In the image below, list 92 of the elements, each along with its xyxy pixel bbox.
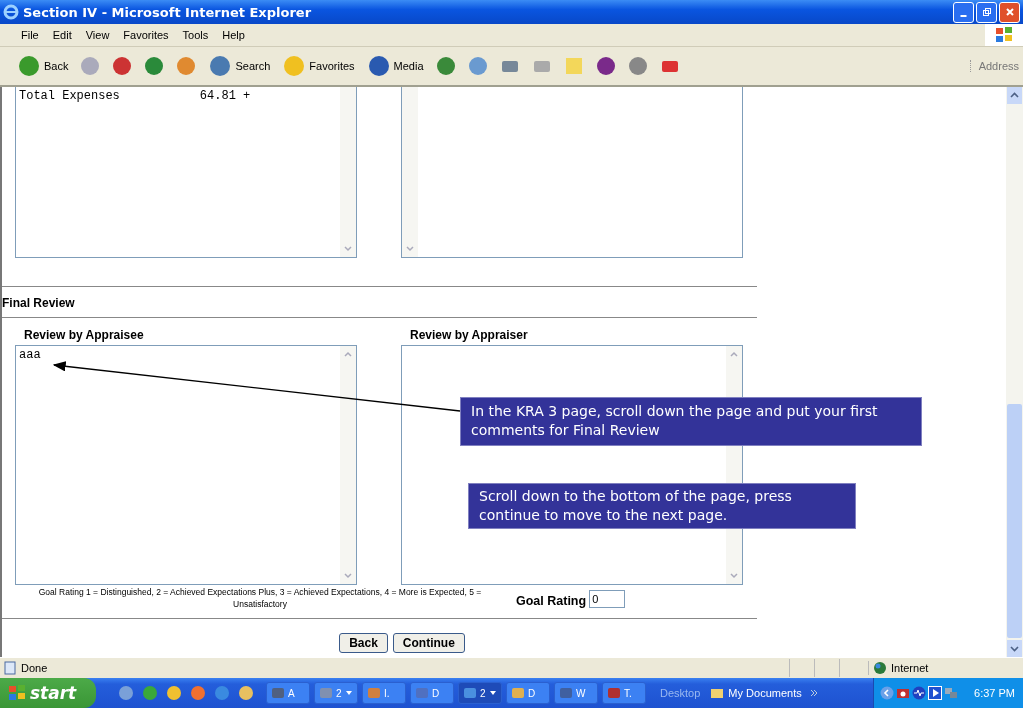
review-label: Review by Appraiser (409, 327, 529, 344)
expense-amount: 64.81 + (199, 89, 251, 105)
app-icon (367, 686, 381, 700)
scrollbar[interactable] (340, 87, 356, 257)
quick-launch-icon[interactable] (238, 685, 254, 701)
address-label: Address (969, 60, 1023, 72)
chevron-icon[interactable] (809, 689, 818, 697)
app-icon (607, 686, 621, 700)
goal-rating-field[interactable]: 0 (589, 590, 626, 608)
scroll-down-icon[interactable] (1007, 640, 1022, 657)
app-icon (319, 686, 333, 700)
zone-text: Internet (891, 662, 929, 674)
scroll-up-icon[interactable] (729, 349, 739, 359)
circle-icon (366, 54, 391, 78)
play-icon[interactable] (928, 686, 943, 700)
globe-icon (873, 661, 887, 675)
taskbar-button[interactable]: D (506, 682, 550, 704)
callout-note: In the KRA 3 page, scroll down the page and put your first comments for Final Review (460, 397, 922, 446)
scroll-up-icon[interactable] (343, 349, 353, 359)
toolbar-button[interactable]: Favorites (279, 54, 358, 78)
windows-logo-icon (8, 684, 26, 702)
scroll-down-icon[interactable] (405, 244, 415, 254)
page-scrollbar[interactable] (1006, 87, 1023, 657)
my-documents-link[interactable]: My Documents (710, 686, 802, 700)
scroll-thumb[interactable] (1007, 404, 1022, 638)
restore-icon (981, 7, 992, 17)
restore-button[interactable] (976, 1, 997, 23)
scroll-down-icon[interactable] (729, 571, 739, 581)
toolbar-button[interactable]: Back (14, 54, 72, 78)
page-icon (3, 661, 17, 675)
window-title: Section IV - Microsoft Internet Explorer (23, 4, 312, 20)
collapse-icon[interactable] (880, 686, 895, 700)
menu-item[interactable]: Help (215, 29, 252, 41)
form-button[interactable]: Back (339, 633, 388, 653)
menu-item[interactable]: Edit (45, 29, 79, 41)
minimize-icon (960, 14, 967, 17)
app-icon (559, 686, 573, 700)
scroll-down-icon[interactable] (343, 244, 353, 254)
menu-item[interactable]: File (14, 29, 46, 41)
app-icon (463, 686, 477, 700)
circle-icon (208, 54, 233, 78)
close-button[interactable] (999, 1, 1020, 23)
taskbar-button[interactable]: I. (362, 682, 406, 704)
quick-launch-icon[interactable] (118, 685, 134, 701)
app-icon (271, 686, 285, 700)
expenses-text-area[interactable]: Total Expenses 64.81 + (15, 87, 357, 258)
quick-launch-icon[interactable] (142, 685, 158, 701)
toolbar-button[interactable]: Media (363, 54, 427, 78)
menu-item[interactable]: View (78, 29, 117, 41)
toolbar-button[interactable]: Search (205, 54, 274, 78)
menu-item[interactable]: Favorites (116, 29, 176, 41)
form-button[interactable]: Continue (392, 633, 465, 653)
scroll-down-icon[interactable] (343, 571, 353, 581)
browser-icon (3, 4, 19, 20)
toolbar-icon[interactable] (111, 55, 134, 77)
taskbar-button[interactable]: W (554, 682, 598, 704)
clock: 6:37 PM (974, 687, 1015, 699)
app-icon (511, 686, 525, 700)
toolbar-icon[interactable] (143, 55, 166, 77)
app-icon (415, 686, 429, 700)
windows-logo-icon (994, 25, 1014, 45)
folder-icon (710, 686, 725, 700)
quick-launch-icon[interactable] (190, 685, 206, 701)
close-icon (1004, 7, 1015, 17)
toolbar-icon[interactable] (434, 55, 457, 77)
camera-icon[interactable] (896, 686, 911, 700)
taskbar-button[interactable]: A (266, 682, 310, 704)
taskbar-button[interactable]: T. (602, 682, 646, 704)
review-text-area[interactable]: aaa (15, 345, 357, 585)
scrollbar[interactable] (340, 346, 356, 584)
section-heading: Final Review (2, 295, 76, 312)
status-text: Done (21, 662, 48, 674)
toolbar-icon[interactable] (626, 55, 649, 77)
scroll-up-icon[interactable] (1007, 87, 1022, 104)
taskbar-button[interactable]: 2 (458, 682, 502, 704)
goal-rating-label: Goal Rating (516, 593, 587, 608)
quick-launch-icon[interactable] (214, 685, 230, 701)
taskbar-button[interactable]: 2 (314, 682, 358, 704)
pulse-icon[interactable] (912, 686, 927, 700)
taskbar-button[interactable]: D (410, 682, 454, 704)
expense-label: Total Expenses (19, 89, 120, 105)
menu-item[interactable]: Tools (175, 29, 216, 41)
quick-launch-icon[interactable] (166, 685, 182, 701)
callout-note: Scroll down to the bottom of the page, press continue to move to the next page. (468, 483, 856, 529)
minimize-button[interactable] (953, 1, 974, 23)
goal-legend: Goal Rating 1 = Distinguished, 2 = Achieved Expectations Plus, 3 = Achieved Expectations, 4 = More is Expected, 5 = Unsatisfactory (12, 586, 508, 610)
scrollbar[interactable] (402, 87, 418, 257)
review-label: Review by Appraisee (23, 327, 145, 344)
toolbar-icon[interactable] (594, 55, 617, 77)
review-text: aaa (19, 348, 41, 362)
circle-icon (17, 54, 41, 78)
circle-icon (282, 54, 307, 78)
